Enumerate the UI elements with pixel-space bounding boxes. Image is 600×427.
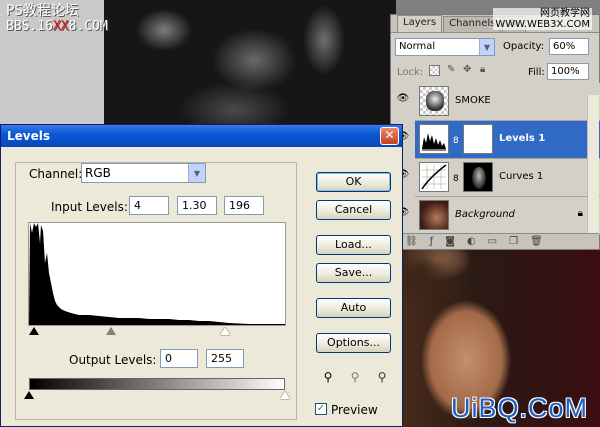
layers-options-bar: Normal ▼ Opacity: 60% (391, 35, 599, 59)
gray-eyedropper-icon[interactable]: ⚲ (347, 370, 363, 386)
close-icon: ✕ (384, 128, 395, 142)
input-gamma-slider[interactable] (106, 327, 116, 335)
opacity-input[interactable]: 60% (549, 38, 589, 55)
cancel-button[interactable]: Cancel (316, 200, 391, 220)
watermark-top-left: PS教程论坛 BBS.16XX8.COM (6, 3, 108, 35)
ok-button[interactable]: OK (316, 172, 391, 192)
link-layers-icon[interactable]: ⛓ (405, 236, 418, 247)
lock-all-icon[interactable]: 🔒︎ (480, 64, 485, 75)
opacity-label: Opacity: (503, 41, 545, 52)
output-black-slider[interactable] (24, 391, 34, 399)
chevron-down-icon: ▼ (479, 39, 494, 55)
curves-icon (421, 164, 447, 190)
canvas-smoke-image (104, 0, 396, 125)
blend-mode-select[interactable]: Normal ▼ (395, 38, 495, 56)
eye-icon[interactable]: 👁︎ (394, 93, 412, 111)
layer-row-levels-1[interactable]: 👁︎ 8 Levels 1 (397, 121, 600, 159)
levels-dialog: Levels ✕ Channel: RGB ▼ Input Levels: 4 … (0, 124, 403, 427)
dialog-title: Levels (7, 129, 51, 143)
layer-style-icon[interactable]: ƒ (430, 236, 434, 247)
histogram (28, 222, 286, 326)
output-white-slider[interactable] (280, 391, 290, 399)
delete-layer-icon[interactable]: 🗑︎ (530, 236, 543, 247)
fill-label: Fill: (528, 67, 545, 78)
tab-layers[interactable]: Layers (397, 15, 443, 32)
adjustment-layer-icon[interactable]: ◐ (467, 236, 476, 247)
input-white-field[interactable]: 196 (224, 196, 264, 215)
lock-label: Lock: (397, 67, 424, 78)
layer-name: Background (455, 209, 515, 220)
layer-thumbnail (419, 86, 449, 116)
preview-label: Preview (331, 403, 378, 417)
layer-row-curves-1[interactable]: 👁︎ 8 Curves 1 (397, 159, 600, 197)
output-black-field[interactable]: 0 (160, 349, 198, 368)
link-icon[interactable]: 8 (453, 136, 459, 146)
layer-mask-thumbnail[interactable] (463, 124, 493, 154)
preview-checkbox[interactable]: ✓ (315, 403, 327, 415)
white-eyedropper-icon[interactable]: ⚲ (374, 370, 390, 386)
black-eyedropper-icon[interactable]: ⚲ (320, 370, 336, 386)
chevron-down-icon: ▼ (188, 164, 205, 182)
options-button[interactable]: Options... (316, 333, 391, 353)
auto-button[interactable]: Auto (316, 298, 391, 318)
new-layer-icon[interactable]: ❐ (509, 236, 518, 247)
fill-input[interactable]: 100% (547, 63, 589, 80)
smoke-thumb-icon (426, 91, 444, 111)
layers-panel: Layers Channels Pa Normal ▼ Opacity: 60%… (390, 14, 600, 250)
levels-title-bar[interactable]: Levels ✕ (1, 125, 402, 147)
layer-row-background[interactable]: 👁︎ Background 🔒︎ (397, 197, 600, 235)
close-button[interactable]: ✕ (380, 127, 399, 145)
load-button[interactable]: Load... (316, 235, 391, 255)
link-icon[interactable]: 8 (453, 174, 459, 184)
checkmark-icon: ✓ (316, 403, 326, 414)
layers-scrollbar[interactable] (587, 95, 599, 233)
histogram-icon (422, 133, 446, 151)
output-gradient-bar (29, 378, 285, 390)
lock-paint-icon[interactable]: ✎ (447, 64, 455, 75)
lock-transparency-icon[interactable] (429, 65, 440, 76)
layers-panel-footer: ⛓ ƒ ◙ ◐ ▭ ❐ 🗑︎ (391, 233, 599, 249)
input-levels-label: Input Levels: (51, 200, 128, 214)
input-black-slider[interactable] (29, 327, 39, 335)
channel-label: Channel: (29, 167, 83, 181)
add-mask-icon[interactable]: ◙ (445, 236, 455, 247)
new-group-icon[interactable]: ▭ (488, 236, 497, 247)
watermark-bottom-right: UiBQ.CoM (450, 393, 588, 423)
layer-name: Levels 1 (499, 133, 546, 144)
output-white-field[interactable]: 255 (206, 349, 244, 368)
layer-name: Curves 1 (499, 171, 544, 182)
layer-name: SMOKE (455, 95, 491, 106)
lock-move-icon[interactable]: ✥ (463, 64, 471, 75)
layer-mask-thumbnail[interactable] (463, 162, 493, 192)
input-gamma-field[interactable]: 1.30 (177, 196, 217, 215)
lock-icon: 🔒︎ (577, 208, 583, 219)
watermark-top-right: 网页教学网 WWW.WEB3X.COM (493, 8, 592, 30)
output-levels-label: Output Levels: (69, 353, 157, 367)
curves-adjustment-thumbnail (419, 162, 449, 192)
channel-select[interactable]: RGB ▼ (81, 163, 206, 183)
levels-adjustment-thumbnail (419, 124, 449, 154)
input-white-slider[interactable] (220, 327, 230, 335)
save-button[interactable]: Save... (316, 263, 391, 283)
layer-thumbnail (419, 200, 449, 230)
input-black-field[interactable]: 4 (129, 196, 169, 215)
histogram-graph (29, 223, 285, 325)
layer-row-smoke[interactable]: 👁︎ SMOKE (397, 83, 600, 121)
